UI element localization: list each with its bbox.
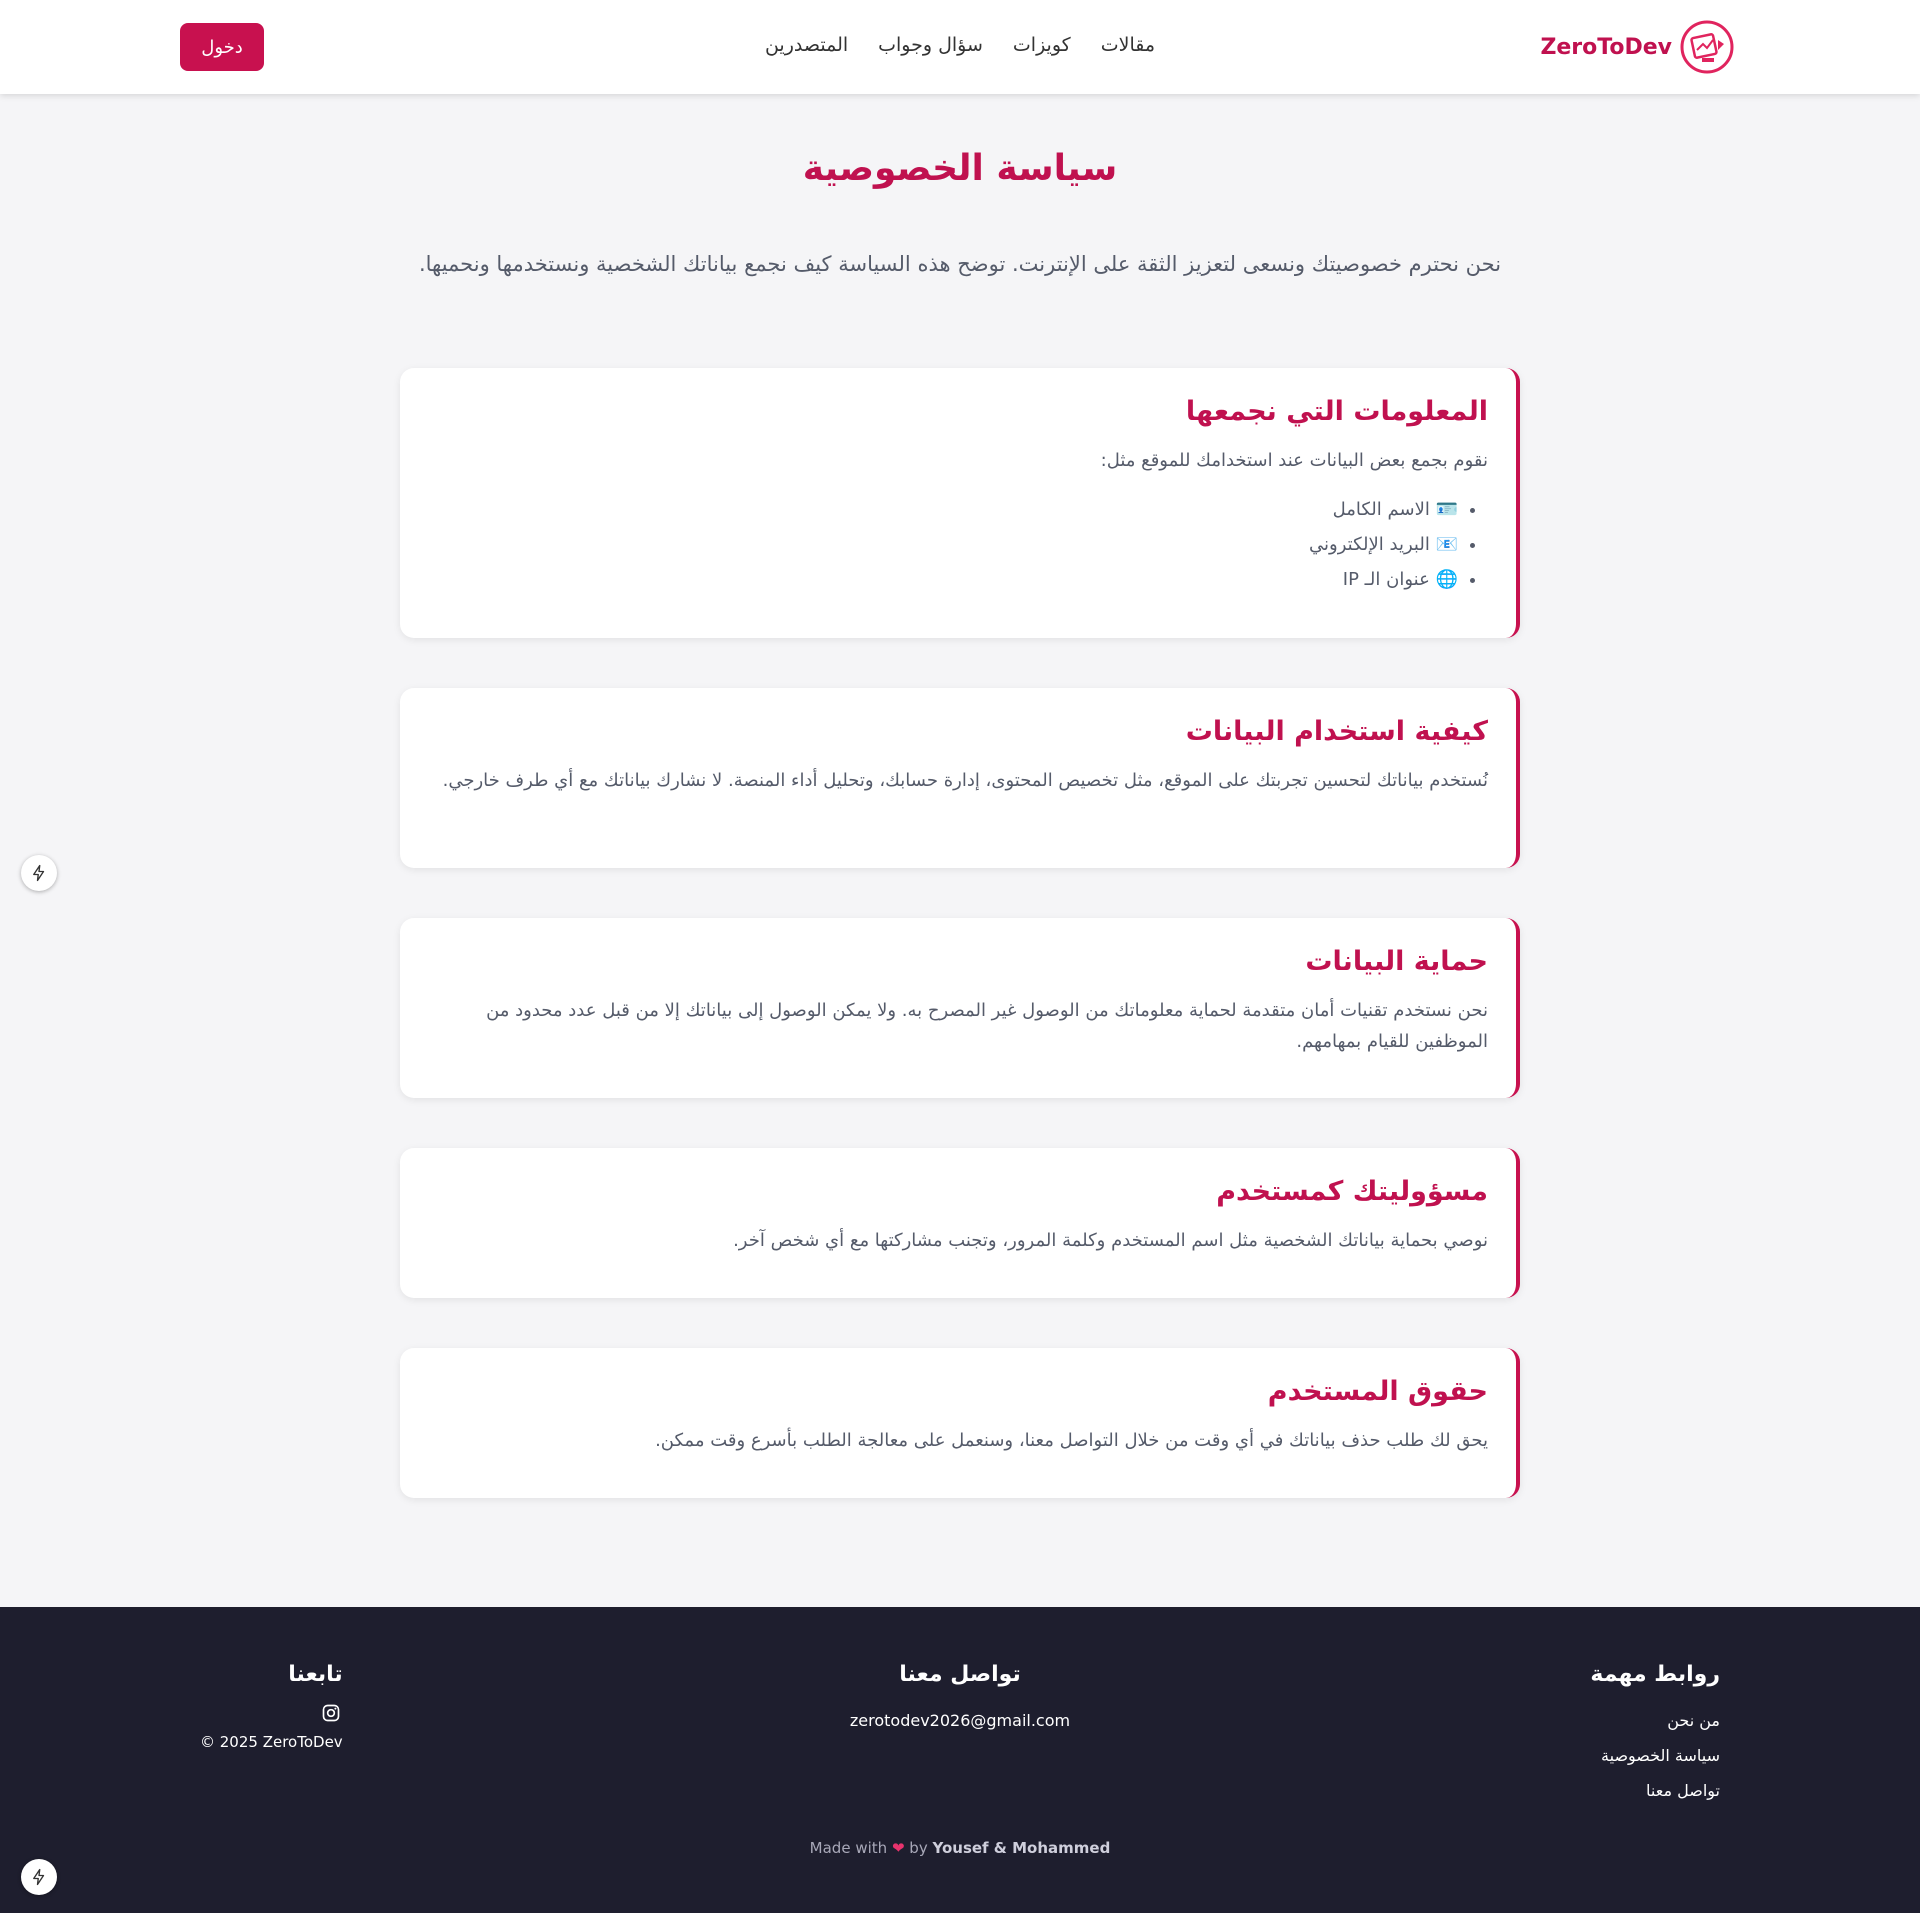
page-intro: نحن نحترم خصوصيتك ونسعى لتعزيز الثقة على… (418, 252, 1502, 276)
section-title: المعلومات التي نجمعها (1185, 396, 1488, 427)
footer-link-about[interactable]: من نحن (1590, 1703, 1720, 1738)
section-card-user-responsibility: مسؤوليتك كمستخدم نوصي بحماية بياناتك الش… (400, 1148, 1520, 1298)
section-title: مسؤوليتك كمستخدم (1216, 1176, 1488, 1207)
nav-link-leaderboard[interactable]: المتصدرين (765, 34, 848, 56)
footer-contact: تواصل معنا zerotodev2026@gmail.com (760, 1662, 1160, 1738)
copyright-text: © 2025 ZeroToDev (200, 1733, 343, 1751)
section-text: نقوم بجمع بعض البيانات عند استخدامك للمو… (1100, 450, 1488, 471)
footer-links-title: روابط مهمة (1590, 1662, 1720, 1687)
footer-contact-title: تواصل معنا (899, 1662, 1021, 1687)
floating-action-button-bottom[interactable] (21, 1859, 57, 1895)
footer-follow: تابعنا © 2025 ZeroToDev (200, 1662, 343, 1751)
heart-icon: ❤ (891, 1839, 905, 1857)
list-item: 🪪 الاسم الكامل (428, 492, 1458, 527)
footer-link-privacy[interactable]: سياسة الخصوصية (1590, 1738, 1720, 1773)
list-item: 🌐 عنوان الـ IP (428, 562, 1458, 597)
footer-follow-title: تابعنا (288, 1662, 343, 1687)
top-navbar: ZeroToDev مقالات كويزات سؤال وجواب المتص… (0, 0, 1920, 94)
site-footer: روابط مهمة من نحن سياسة الخصوصية تواصل م… (0, 1607, 1920, 1913)
nav-link-articles[interactable]: مقالات (1101, 34, 1155, 56)
id-card-icon: 🪪 (1435, 499, 1458, 520)
lightning-icon (33, 1868, 45, 1886)
section-text: يحق لك طلب حذف بياناتك في أي وقت من خلال… (655, 1430, 1488, 1451)
section-text: نحن نستخدم تقنيات أمان متقدمة لحماية معل… (486, 1000, 1488, 1052)
globe-icon: 🌐 (1435, 569, 1458, 590)
section-text: نُستخدم بياناتك لتحسين تجربتك على الموقع… (442, 770, 1488, 791)
section-title: كيفية استخدام البيانات (1185, 716, 1488, 747)
section-card-data-protection: حماية البيانات نحن نستخدم تقنيات أمان مت… (400, 918, 1520, 1098)
floating-action-button[interactable] (21, 855, 57, 891)
main-nav-links: مقالات كويزات سؤال وجواب المتصدرين (0, 34, 1920, 56)
section-card-data-usage: كيفية استخدام البيانات نُستخدم بياناتك ل… (400, 688, 1520, 868)
nav-link-qa[interactable]: سؤال وجواب (878, 34, 983, 56)
lightning-icon (33, 864, 45, 882)
section-card-collected-info: المعلومات التي نجمعها نقوم بجمع بعض البي… (400, 368, 1520, 638)
section-title: حماية البيانات (1305, 946, 1488, 977)
list-item: 📧 البريد الإلكتروني (428, 527, 1458, 562)
page-title: سياسة الخصوصية (802, 148, 1118, 189)
nav-link-quizzes[interactable]: كويزات (1013, 34, 1071, 56)
section-text: نوصي بحماية بياناتك الشخصية مثل اسم المس… (733, 1230, 1488, 1251)
footer-important-links: روابط مهمة من نحن سياسة الخصوصية تواصل م… (1590, 1662, 1720, 1808)
email-icon: 📧 (1435, 534, 1458, 555)
section-title: حقوق المستخدم (1267, 1376, 1488, 1407)
instagram-icon[interactable] (321, 1703, 343, 1725)
login-button[interactable]: دخول (180, 23, 264, 71)
collected-data-list: 🪪 الاسم الكامل 📧 البريد الإلكتروني 🌐 عنو… (428, 492, 1488, 597)
section-card-user-rights: حقوق المستخدم يحق لك طلب حذف بياناتك في … (400, 1348, 1520, 1498)
footer-link-contact[interactable]: تواصل معنا (1590, 1773, 1720, 1808)
made-with-credit: Made with ❤ by Yousef & Mohammed (809, 1839, 1111, 1857)
authors-name: Yousef & Mohammed (932, 1839, 1111, 1857)
footer-email[interactable]: zerotodev2026@gmail.com (760, 1703, 1160, 1738)
